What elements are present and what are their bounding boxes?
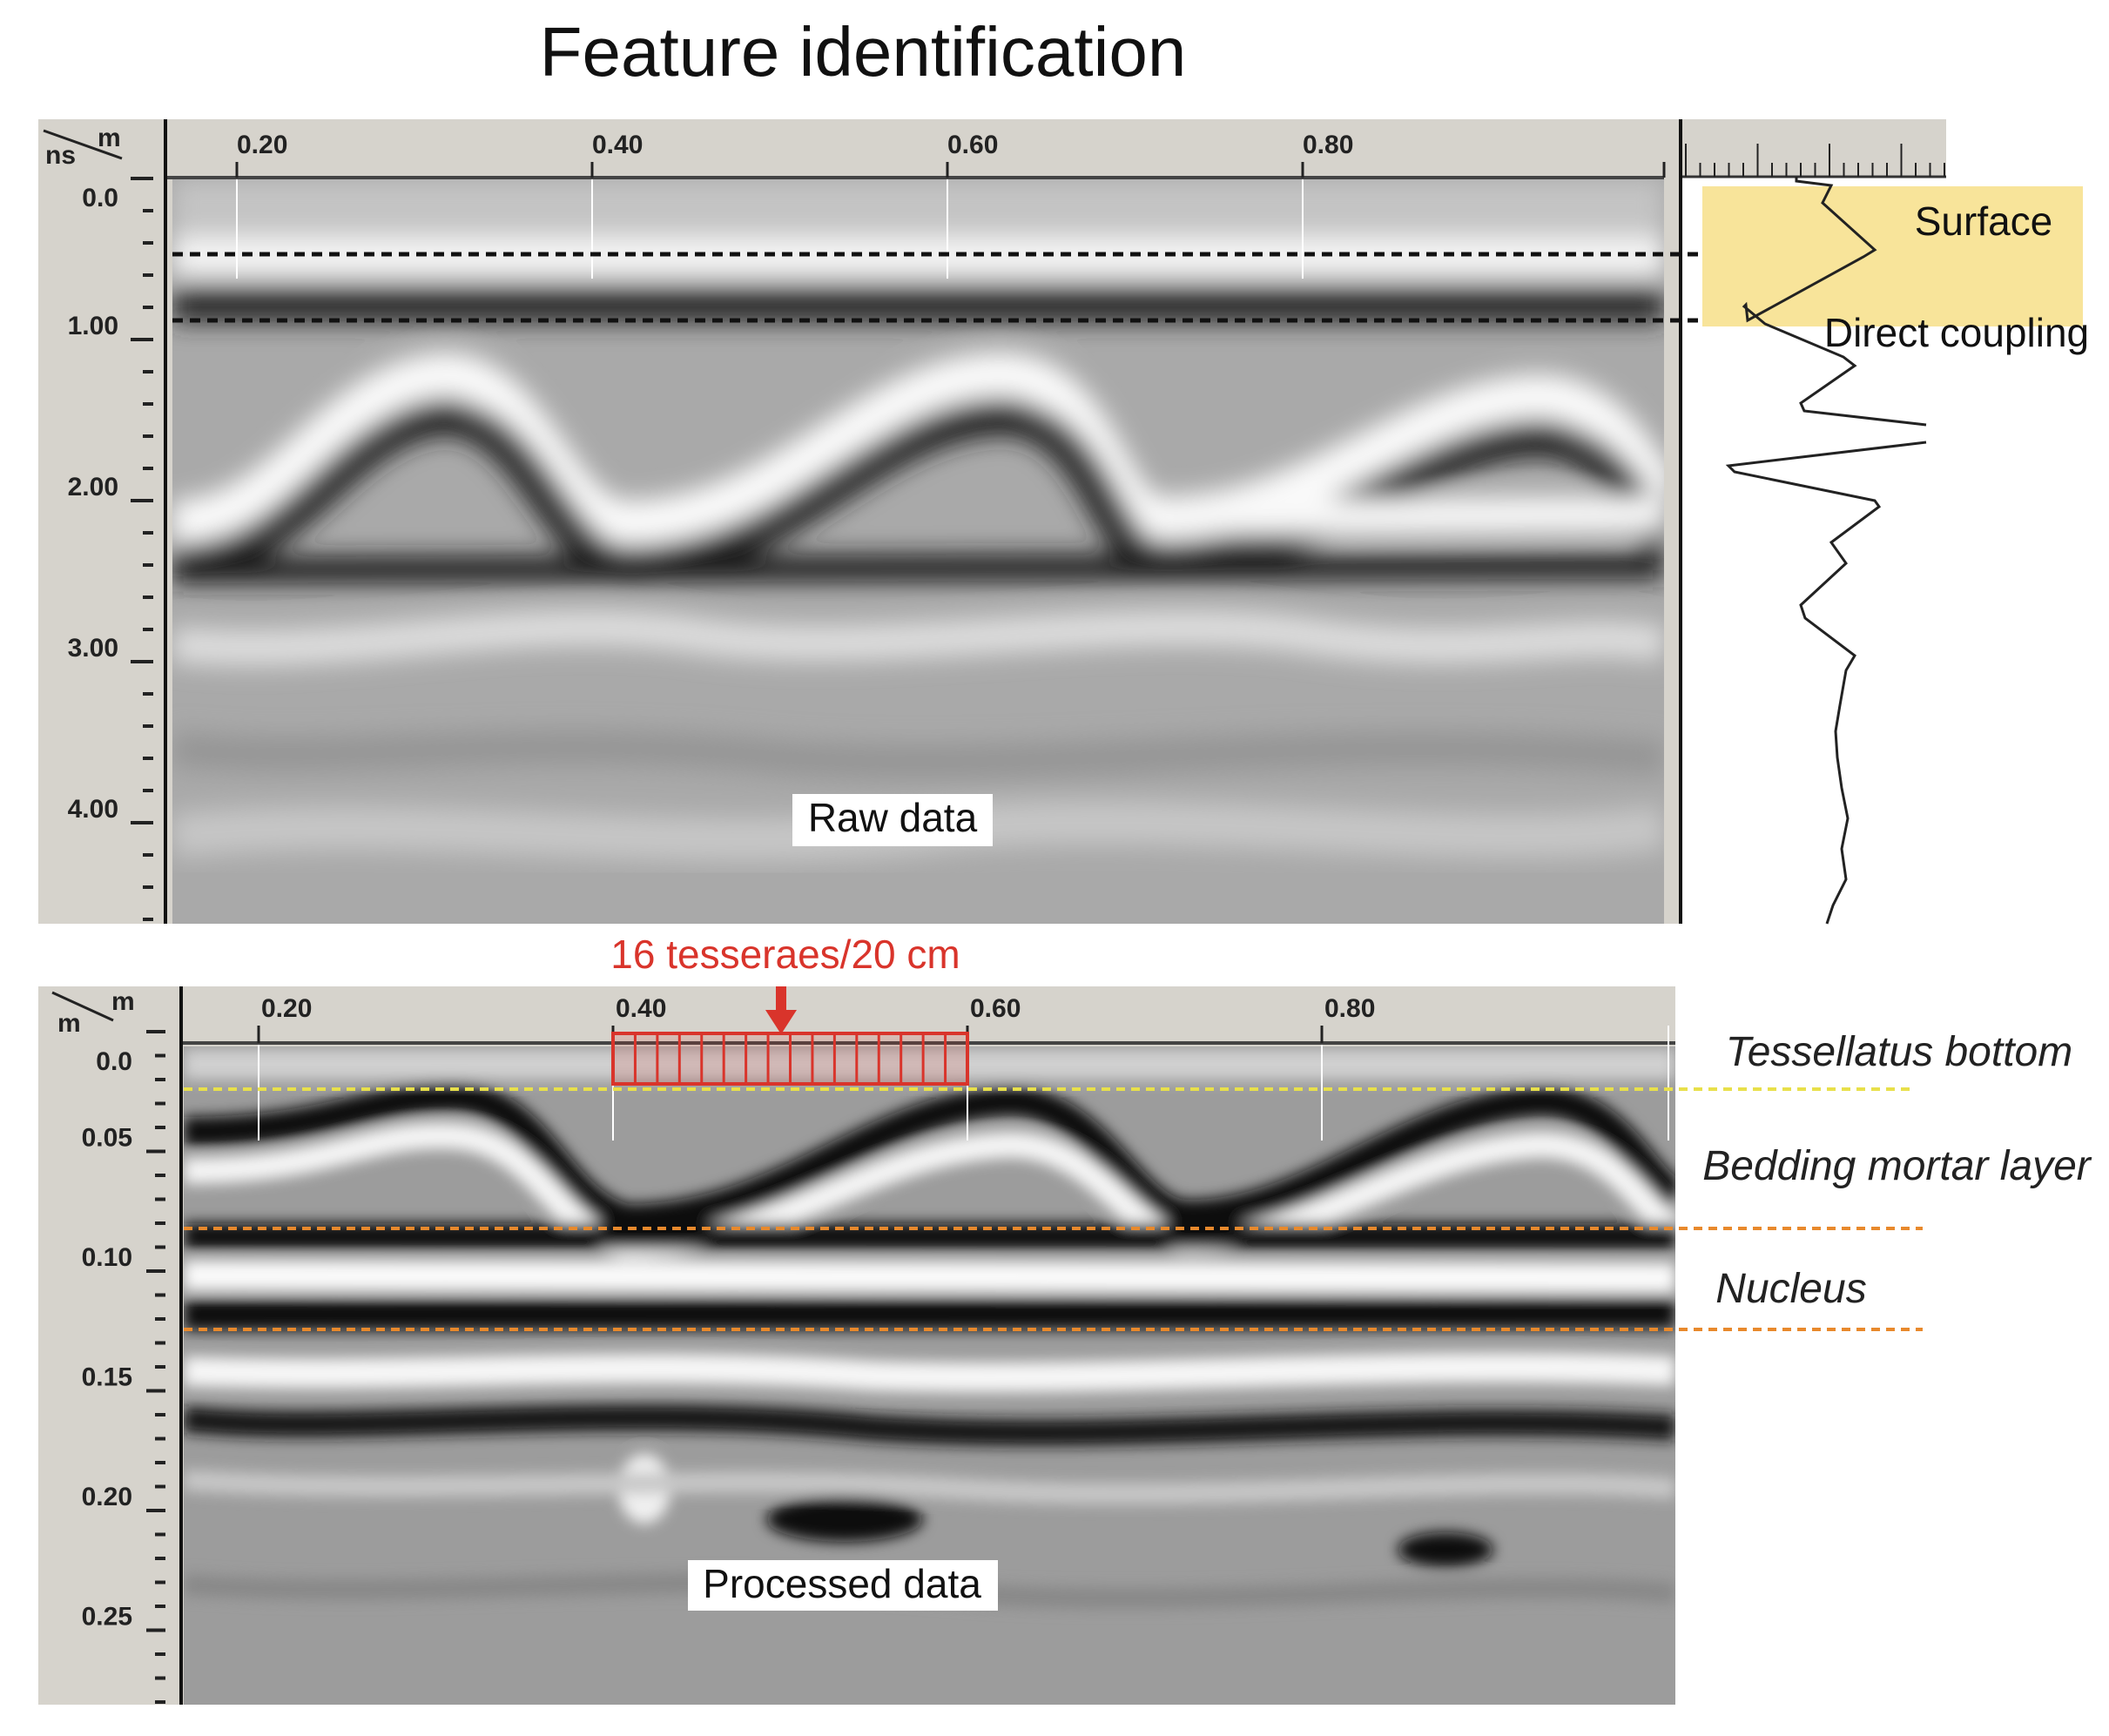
x-tick-label: 0.20 xyxy=(237,131,287,159)
x-tick-label: 0.20 xyxy=(261,994,312,1023)
trace-panel: Surface Direct coupling xyxy=(1682,119,2089,925)
surface-label: Surface xyxy=(1915,198,2053,244)
y-tick-label: 3.00 xyxy=(68,634,118,663)
y-tick-label: 4.00 xyxy=(68,795,118,824)
raw-data-label: Raw data xyxy=(808,795,978,840)
tesserae-label: 16 tesseraes/20 cm xyxy=(610,932,960,977)
y-tick-label: 0.0 xyxy=(82,184,118,212)
interface-label: Bedding mortar layer xyxy=(1702,1143,2092,1189)
corner-unit-x: m xyxy=(98,124,121,152)
x-tick-label: 0.80 xyxy=(1303,131,1353,159)
y-tick-label: 0.25 xyxy=(82,1603,132,1632)
y-tick-label: 0.0 xyxy=(96,1047,132,1076)
y-tick-label: 2.00 xyxy=(68,473,118,501)
direct-coupling-label: Direct coupling xyxy=(1824,310,2089,355)
tesserae-grid xyxy=(611,1032,969,1086)
y-tick-label: 0.20 xyxy=(82,1483,132,1511)
x-tick-label: 0.40 xyxy=(592,131,643,159)
x-tick-label: 0.60 xyxy=(947,131,998,159)
y-tick-label: 0.15 xyxy=(82,1363,132,1392)
corner-unit-x: m xyxy=(111,987,135,1016)
trace-waveform-lower xyxy=(1725,441,1927,925)
y-tick-label: 1.00 xyxy=(68,312,118,340)
processed-data-panel: 0.20 0.40 0.60 0.800.00.050.100.150.200.25 … xyxy=(38,932,2092,1705)
raw-data-panel: 0.20 0.40 0.60 0.80 0.0 1.00 2.00 3.00 4.00 ns m… xyxy=(38,119,1911,924)
processed-data-label: Processed data xyxy=(703,1561,981,1606)
x-tick-label: 0.80 xyxy=(1324,994,1375,1023)
x-tick-label: 0.60 xyxy=(970,994,1021,1023)
interface-label: Tessellatus bottom xyxy=(1726,1029,2072,1075)
x-tick-label: 0.40 xyxy=(616,994,666,1023)
y-tick-label: 0.10 xyxy=(82,1243,132,1272)
figure-canvas: 0.20 0.40 0.60 0.80 0.0 1.00 2.00 3.00 4.00 ns m… xyxy=(38,119,2092,1705)
y-tick-label: 0.05 xyxy=(82,1124,132,1153)
corner-unit-y: m xyxy=(57,1009,81,1038)
corner-unit-y: ns xyxy=(45,141,76,170)
interface-label: Nucleus xyxy=(1715,1266,1866,1312)
